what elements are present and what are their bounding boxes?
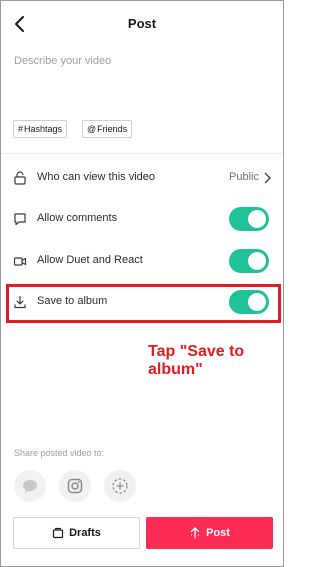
post-label: Post [206, 527, 230, 539]
hashtags-label: Hashtags [24, 124, 63, 134]
mention-icon: @ [87, 124, 97, 134]
divider [1, 153, 283, 154]
drafts-button[interactable]: Drafts [13, 517, 140, 549]
hashtag-icon: # [18, 124, 24, 134]
allow-comments-row: Allow comments [1, 199, 283, 239]
who-can-view-label: Who can view this video [37, 171, 155, 183]
chevron-right-icon [264, 172, 271, 184]
share-label: Share posted video to: [14, 448, 105, 458]
share-message-button[interactable] [14, 470, 46, 502]
share-instagram-button[interactable] [59, 470, 91, 502]
header: Post [1, 1, 283, 47]
highlight-box [6, 284, 281, 323]
drafts-icon [52, 527, 64, 539]
instruction-annotation: Tap "Save to album" [148, 343, 245, 378]
allow-duet-label: Allow Duet and React [37, 254, 143, 266]
allow-comments-toggle[interactable] [229, 207, 269, 231]
more-icon [112, 478, 128, 494]
post-screen: Post Describe your video # Hashtags @ Fr… [0, 0, 284, 567]
toggle-knob [248, 252, 266, 270]
share-more-button[interactable] [104, 470, 136, 502]
hashtags-button[interactable]: # Hashtags [13, 120, 68, 138]
description-input[interactable]: Describe your video [14, 55, 111, 67]
instagram-icon [67, 478, 83, 494]
toggle-knob [248, 210, 266, 228]
lock-icon [14, 171, 26, 185]
allow-comments-label: Allow comments [37, 212, 118, 224]
who-can-view-row[interactable]: Who can view this video Public [1, 158, 283, 198]
friends-label: Friends [97, 124, 128, 134]
drafts-label: Drafts [69, 527, 101, 539]
friends-button[interactable]: @ Friends [82, 120, 133, 138]
page-title: Post [127, 16, 157, 31]
privacy-value: Public [229, 171, 259, 183]
allow-duet-row: Allow Duet and React [1, 241, 283, 281]
post-button[interactable]: Post [146, 517, 273, 549]
comment-icon [14, 213, 26, 226]
message-icon [23, 480, 37, 493]
allow-duet-toggle[interactable] [229, 249, 269, 273]
post-icon [190, 527, 200, 539]
duet-icon [13, 257, 27, 266]
